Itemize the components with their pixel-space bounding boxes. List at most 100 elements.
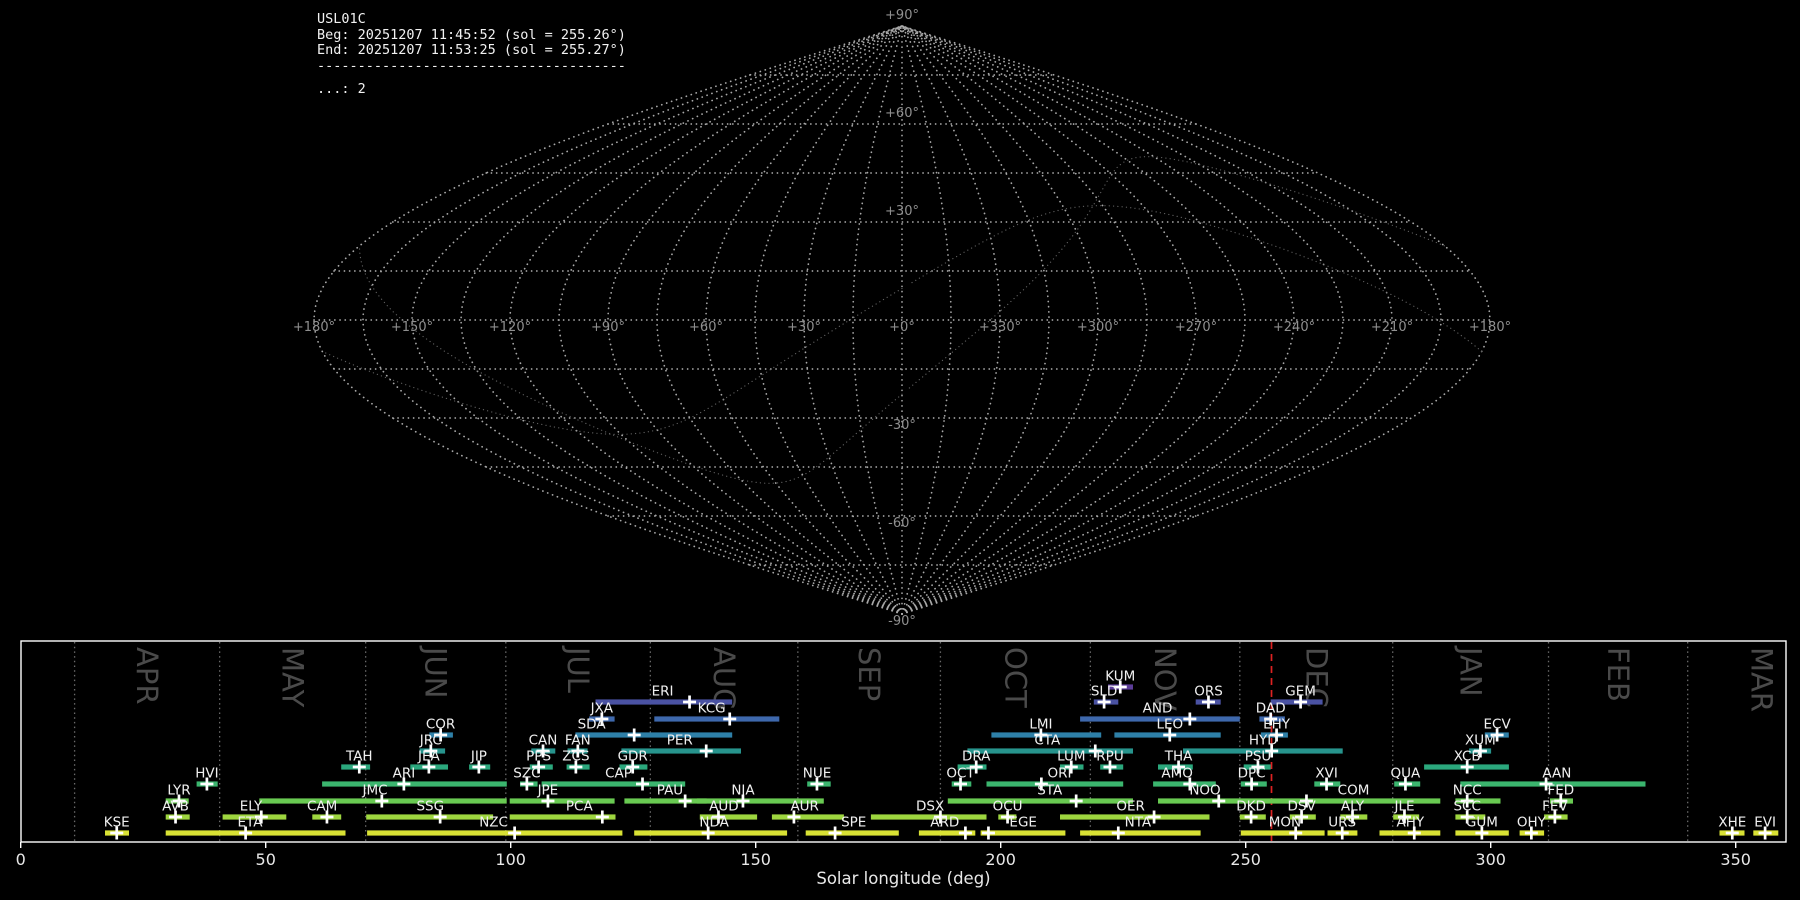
shower-label-COR: COR xyxy=(426,717,455,733)
shower-label-ARI: ARI xyxy=(393,766,416,782)
shower-label-AUR: AUR xyxy=(790,799,819,815)
shower-bar-ARI xyxy=(322,781,507,787)
month-label: OCT xyxy=(998,647,1032,708)
lon-grid-label: +180° xyxy=(293,320,335,335)
shower-label-SDA: SDA xyxy=(578,717,607,733)
lon-grid-label: +150° xyxy=(391,320,433,335)
shower-label-ALY: ALY xyxy=(1341,799,1365,815)
shower-bar-MON xyxy=(1240,830,1325,836)
shower-label-XVI: XVI xyxy=(1315,766,1337,782)
x-tick-label: 200 xyxy=(985,850,1016,869)
plot-canvas: +180° +150° +120° +90° +60° +30° +0° +330° +300°… xyxy=(16,8,1787,888)
shower-bar-NTA xyxy=(1080,830,1201,836)
x-tick-label: 0 xyxy=(16,850,26,869)
shower-label-OHY: OHY xyxy=(1517,815,1547,831)
shower-label-XCB: XCB xyxy=(1454,749,1481,765)
shower-bar-SDA xyxy=(575,732,733,738)
shower-label-PPS: PPS xyxy=(526,749,551,765)
x-axis-title: Solar longitude (deg) xyxy=(816,869,990,888)
lon-grid-label: +120° xyxy=(489,320,531,335)
shower-label-SCC: SCC xyxy=(1453,799,1480,815)
lat-grid-label: +60° xyxy=(885,106,919,121)
shower-bar-JPE xyxy=(509,798,615,804)
shower-label-AMO: AMO xyxy=(1161,766,1193,782)
shower-label-NZC: NZC xyxy=(479,815,508,831)
shower-peak-marker-SDA xyxy=(627,728,641,742)
shower-label-SPE: SPE xyxy=(841,815,866,831)
count-line: ...: 2 xyxy=(317,81,366,97)
shower-label-AVB: AVB xyxy=(162,799,189,815)
shower-label-DAD: DAD xyxy=(1256,701,1286,717)
shower-label-ELY: ELY xyxy=(240,799,263,815)
shower-label-CAP: CAP xyxy=(605,766,632,782)
reference-curve xyxy=(321,287,903,435)
shower-bar-AUR xyxy=(771,814,844,820)
shower-label-JMC: JMC xyxy=(361,783,387,799)
shower-label-KCG: KCG xyxy=(698,701,726,717)
shower-label-PCA: PCA xyxy=(566,799,594,815)
shower-label-SLD: SLD xyxy=(1091,684,1118,700)
shower-bar-SSG xyxy=(366,814,494,820)
shower-label-HYD: HYD xyxy=(1249,733,1278,749)
month-label: APR xyxy=(130,647,164,704)
shower-label-PAU: PAU xyxy=(657,783,683,799)
shower-bar-KCG xyxy=(654,716,780,722)
shower-label-JRC: JRC xyxy=(419,733,442,749)
shower-label-CAN: CAN xyxy=(529,733,558,749)
shower-label-NOO: NOO xyxy=(1189,783,1220,799)
shower-label-NTA: NTA xyxy=(1125,815,1152,831)
shower-label-JLE: JLE xyxy=(1393,799,1414,815)
shower-label-XUM: XUM xyxy=(1465,733,1496,749)
x-tick-label: 250 xyxy=(1230,850,1261,869)
shower-label-LUM: LUM xyxy=(1057,749,1085,765)
lon-grid-label: +180° xyxy=(1469,320,1511,335)
shower-label-QUA: QUA xyxy=(1391,766,1422,782)
x-tick-label: 50 xyxy=(256,850,276,869)
shower-bar-PAU xyxy=(624,798,707,804)
separator-line: -------------------------------------- xyxy=(317,57,626,74)
reference-curve xyxy=(358,245,903,484)
shower-peak-marker-EGE xyxy=(981,826,995,840)
shower-label-PER: PER xyxy=(667,733,693,749)
station-id: USL01C xyxy=(317,11,366,27)
shower-label-ERI: ERI xyxy=(652,684,674,700)
shower-label-LEO: LEO xyxy=(1156,717,1183,733)
shower-label-ARD: ARD xyxy=(930,815,959,831)
shower-label-PSU: PSU xyxy=(1245,749,1272,765)
shower-label-AHY: AHY xyxy=(1396,815,1424,831)
month-label: JAN xyxy=(1454,645,1488,697)
shower-bar-SPE xyxy=(805,830,899,836)
shower-label-TAH: TAH xyxy=(345,749,373,765)
shower-label-CTA: CTA xyxy=(1034,733,1061,749)
shower-label-ORI: ORI xyxy=(1048,766,1072,782)
lat-grid-label: +90° xyxy=(885,8,919,23)
month-label: FEB xyxy=(1601,647,1635,702)
shower-label-AUD: AUD xyxy=(709,799,739,815)
shower-peak-marker-PER xyxy=(699,744,713,758)
shower-peak-marker-PCA xyxy=(595,810,609,824)
lon-grid-label: +240° xyxy=(1273,320,1315,335)
shower-label-JEA: JEA xyxy=(417,749,441,765)
lon-grid-label: +270° xyxy=(1175,320,1217,335)
shower-label-OCT: OCT xyxy=(946,766,975,782)
shower-label-XHE: XHE xyxy=(1718,815,1746,831)
shower-label-JIP: JIP xyxy=(470,749,487,765)
reference-curve xyxy=(907,156,1445,390)
shower-label-ZCS: ZCS xyxy=(562,749,589,765)
app-window: +180° +150° +120° +90° +60° +30° +0° +330° +300°… xyxy=(0,0,1800,900)
x-tick-label: 350 xyxy=(1720,850,1751,869)
shower-label-KSE: KSE xyxy=(104,815,130,831)
shower-label-COM: COM xyxy=(1338,783,1370,799)
shower-label-CAM: CAM xyxy=(307,799,337,815)
shower-label-LYR: LYR xyxy=(167,783,190,799)
shower-label-DSX: DSX xyxy=(916,799,944,815)
info-panel: USL01C Beg: 20251207 11:45:52 (sol = 255.… xyxy=(317,11,626,98)
shower-label-AAN: AAN xyxy=(1542,766,1571,782)
shower-peak-marker-AND xyxy=(1183,712,1197,726)
shower-label-FEV: FEV xyxy=(1542,799,1568,815)
shower-label-URS: URS xyxy=(1328,815,1356,831)
shower-label-ORS: ORS xyxy=(1194,684,1223,700)
shower-label-NDA: NDA xyxy=(699,815,729,831)
shower-bar-NZC xyxy=(367,830,623,836)
shower-label-NCC: NCC xyxy=(1453,783,1482,799)
